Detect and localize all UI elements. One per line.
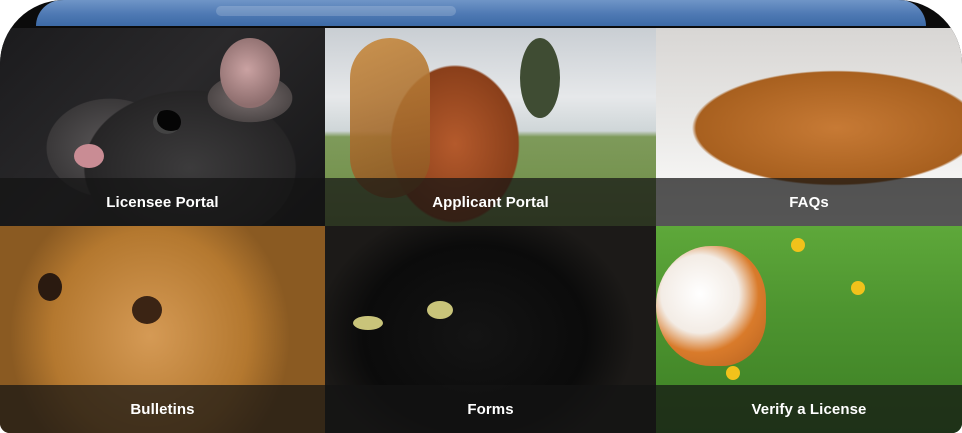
- tile-caption: Forms: [325, 385, 656, 433]
- tile-label: Verify a License: [751, 400, 867, 418]
- tile-caption: Licensee Portal: [0, 178, 325, 226]
- applicant-portal-tile[interactable]: Applicant Portal: [325, 28, 656, 226]
- forms-tile[interactable]: Forms: [325, 226, 656, 433]
- bulletins-tile[interactable]: Bulletins: [0, 226, 325, 433]
- sky-banner: [36, 0, 926, 26]
- portal-frame: Licensee Portal Applicant Portal FAQs Bu…: [0, 0, 962, 433]
- tile-caption: Applicant Portal: [325, 178, 656, 226]
- tile-grid: Licensee Portal Applicant Portal FAQs Bu…: [0, 28, 962, 433]
- licensee-portal-tile[interactable]: Licensee Portal: [0, 28, 325, 226]
- tile-caption: Verify a License: [656, 385, 962, 433]
- faqs-tile[interactable]: FAQs: [656, 28, 962, 226]
- tile-label: Licensee Portal: [106, 193, 219, 211]
- tile-label: FAQs: [789, 193, 829, 211]
- verify-license-tile[interactable]: Verify a License: [656, 226, 962, 433]
- tile-caption: Bulletins: [0, 385, 325, 433]
- tile-label: Forms: [467, 400, 514, 418]
- tile-caption: FAQs: [656, 178, 962, 226]
- tile-label: Bulletins: [130, 400, 195, 418]
- tile-label: Applicant Portal: [432, 193, 549, 211]
